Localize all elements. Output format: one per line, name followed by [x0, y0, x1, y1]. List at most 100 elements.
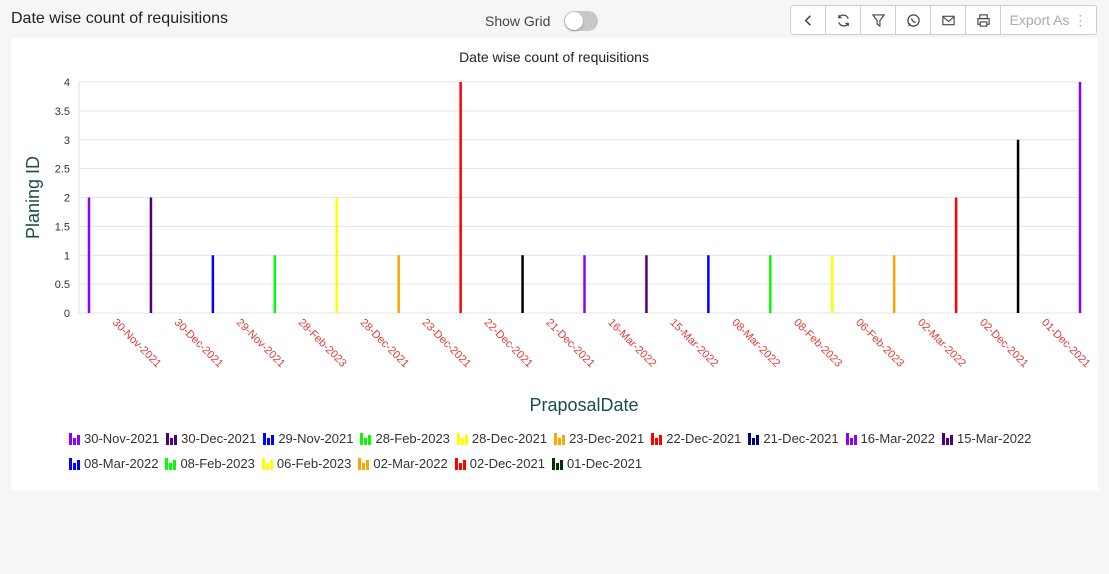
legend-label: 01-Dec-2021	[566, 456, 643, 471]
legend-label: 06-Feb-2023	[276, 456, 352, 471]
y-tick-label: 0.5	[55, 279, 70, 291]
y-tick-label: 2	[64, 193, 70, 205]
legend-item[interactable]: 22-Dec-2021	[651, 426, 741, 451]
legend-item[interactable]: 23-Dec-2021	[554, 426, 644, 451]
legend-label: 08-Feb-2023	[180, 456, 255, 471]
show-grid-control: Show Grid	[485, 11, 599, 31]
legend-item[interactable]: 06-Feb-2023	[261, 451, 352, 476]
legend-item[interactable]: 16-Mar-2022	[845, 426, 935, 451]
chart-legend: 30-Nov-2021 30-Dec-2021 29-Nov-2021 28-Feb-…	[69, 426, 1079, 476]
y-axis-title: Planing ID	[23, 156, 43, 239]
legend-label: 15-Mar-2022	[956, 431, 1032, 446]
bar[interactable]	[1078, 82, 1082, 313]
x-tick-label: 28-Dec-2021	[358, 317, 411, 370]
x-tick-label: 08-Mar-2022	[729, 317, 782, 370]
print-button[interactable]	[966, 6, 1001, 34]
y-tick-label: 1.5	[55, 221, 70, 233]
whatsapp-icon	[906, 13, 920, 27]
x-tick-label: 16-Mar-2022	[605, 317, 658, 370]
legend-label: 28-Feb-2023	[375, 431, 450, 446]
legend-label: 16-Mar-2022	[860, 431, 935, 446]
x-tick-label: 02-Dec-2021	[977, 317, 1030, 370]
x-tick-label: 01-Dec-2021	[1039, 317, 1092, 370]
bar[interactable]	[707, 255, 710, 313]
legend-item[interactable]: 02-Dec-2021	[454, 451, 545, 476]
filter-icon	[871, 13, 885, 27]
legend-item[interactable]: 28-Feb-2023	[360, 426, 450, 451]
bar[interactable]	[149, 197, 153, 314]
show-grid-toggle[interactable]	[564, 11, 599, 31]
bar[interactable]	[397, 255, 400, 313]
bar[interactable]	[521, 255, 524, 313]
bar[interactable]	[954, 197, 958, 314]
x-tick-label: 02-Mar-2022	[915, 317, 968, 370]
legend-item[interactable]: 02-Mar-2022	[358, 451, 448, 476]
y-axis-ticks: 0 0.5 1 1.5 2 2.5 3 3.5 4	[55, 77, 70, 320]
bar[interactable]	[1016, 139, 1020, 313]
legend-item[interactable]: 28-Dec-2021	[456, 426, 548, 451]
bar-chart-icon	[748, 432, 760, 445]
back-button[interactable]	[791, 6, 826, 34]
legend-item[interactable]: 08-Mar-2022	[69, 451, 158, 476]
bar-chart-icon	[651, 432, 663, 445]
refresh-icon	[837, 13, 849, 27]
bar[interactable]	[335, 197, 339, 314]
mail-icon	[941, 15, 955, 25]
legend-item[interactable]: 29-Nov-2021	[263, 426, 353, 451]
x-tick-label: 21-Dec-2021	[543, 317, 596, 370]
bar-chart-icon	[358, 457, 370, 470]
legend-label: 02-Dec-2021	[469, 456, 545, 471]
legend-item[interactable]: 01-Dec-2021	[551, 451, 643, 476]
bar[interactable]	[459, 82, 462, 313]
bar-chart: Date wise count of requisitions 0 0.5 1 1.5…	[23, 49, 1092, 415]
y-tick-label: 3	[64, 135, 70, 147]
x-tick-label: 29-Nov-2021	[234, 317, 287, 370]
bar-chart-icon	[360, 432, 372, 445]
legend-label: 28-Dec-2021	[471, 431, 548, 446]
bar[interactable]	[769, 255, 772, 313]
legend-item[interactable]: 30-Dec-2021	[166, 426, 256, 451]
legend-item[interactable]: 15-Mar-2022	[941, 426, 1032, 451]
y-tick-label: 0	[64, 308, 70, 320]
chevron-left-icon	[804, 14, 811, 26]
bar[interactable]	[831, 255, 834, 313]
mail-button[interactable]	[931, 6, 966, 34]
legend-label: 30-Dec-2021	[181, 431, 257, 446]
page-title: Date wise count of requisitions	[11, 10, 228, 27]
bar-chart-icon	[165, 457, 177, 470]
grid-lines	[78, 81, 1081, 314]
whatsapp-button[interactable]	[896, 6, 931, 34]
export-as-button[interactable]: Export As ⋮	[1001, 6, 1096, 34]
bar[interactable]	[645, 255, 648, 313]
filter-button[interactable]	[861, 6, 896, 34]
legend-item[interactable]: 08-Feb-2023	[165, 451, 255, 476]
x-tick-label: 08-Feb-2023	[791, 317, 844, 370]
legend-item[interactable]: 21-Dec-2021	[748, 426, 839, 451]
x-tick-label: 15-Mar-2022	[667, 317, 720, 370]
refresh-button[interactable]	[826, 6, 861, 34]
bar[interactable]	[273, 255, 277, 313]
chart-title: Date wise count of requisitions	[459, 49, 649, 65]
y-tick-label: 2.5	[55, 164, 70, 176]
legend-label: 08-Mar-2022	[84, 456, 159, 471]
bar[interactable]	[87, 197, 91, 314]
bar-chart-icon	[551, 457, 564, 470]
legend-label: 30-Nov-2021	[84, 431, 160, 446]
bar[interactable]	[892, 255, 896, 313]
legend-label: 22-Dec-2021	[666, 431, 742, 446]
bar[interactable]	[211, 255, 215, 313]
bar-chart-icon	[456, 432, 469, 445]
bar[interactable]	[583, 255, 586, 313]
legend-label: 21-Dec-2021	[763, 431, 839, 446]
toggle-knob	[565, 12, 584, 30]
toolbar: Export As ⋮	[790, 5, 1097, 35]
x-tick-label: 30-Dec-2021	[172, 317, 225, 370]
legend-item[interactable]: 30-Nov-2021	[69, 426, 159, 451]
chart-panel: Date wise count of requisitions 0 0.5 1 1.5…	[11, 38, 1098, 491]
bar-chart-icon	[941, 432, 954, 445]
y-tick-label: 4	[64, 77, 70, 89]
y-tick-label: 1	[64, 250, 70, 262]
x-tick-label: 30-Nov-2021	[110, 317, 163, 370]
x-tick-label: 06-Feb-2023	[853, 317, 906, 370]
legend-label: 29-Nov-2021	[278, 431, 354, 446]
